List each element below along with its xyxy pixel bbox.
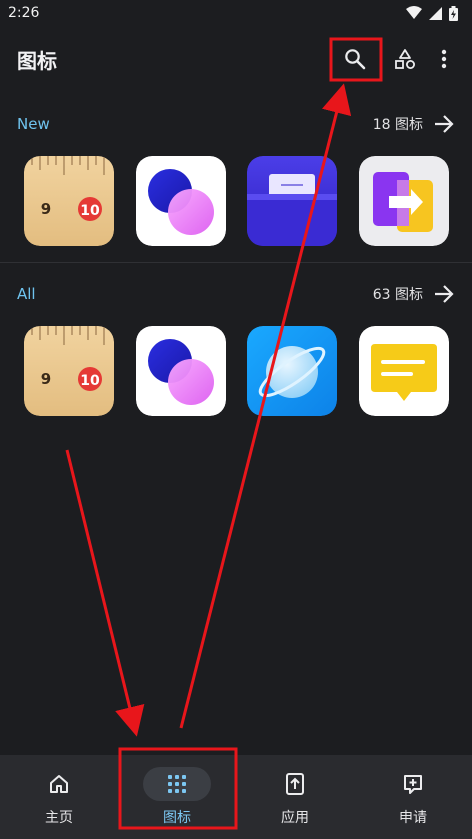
nav-label: 申请 <box>399 810 427 826</box>
icon-row-all: 9 10 <box>0 326 472 416</box>
transfer-icon[interactable] <box>358 156 449 246</box>
arrow-right-icon[interactable] <box>433 114 455 134</box>
status-icons <box>406 5 458 21</box>
section-count-wrap: 63 图标 <box>373 284 455 304</box>
nav-pill <box>379 767 447 801</box>
overlap-circles-icon[interactable] <box>135 326 226 416</box>
bottom-nav: 主页 图标 应用 申请 <box>0 755 472 839</box>
wifi-icon <box>406 6 422 19</box>
section-header-all[interactable]: All 63 图标 <box>0 274 472 314</box>
status-time: 2:26 <box>8 5 40 21</box>
upload-icon <box>286 773 304 795</box>
signal-icon <box>429 6 442 20</box>
ruler-icon[interactable]: 9 10 <box>24 326 114 416</box>
nav-item-home[interactable]: 主页 <box>0 755 118 839</box>
nav-item-apply[interactable]: 应用 <box>236 755 354 839</box>
page-title: 图标 <box>17 48 57 73</box>
ruler-icon[interactable]: 9 10 <box>24 156 114 246</box>
grid-icon <box>168 775 186 793</box>
ruler-label-10: 10 <box>80 373 100 389</box>
nav-pill <box>143 767 211 801</box>
app-actions <box>330 37 458 81</box>
add-comment-icon <box>404 775 422 794</box>
nav-pill <box>261 767 329 801</box>
section-divider <box>0 262 472 263</box>
message-note-icon[interactable] <box>358 326 449 416</box>
status-bar: 2:26 <box>0 0 472 26</box>
search-button[interactable] <box>330 37 380 81</box>
arrow-to-nav <box>65 449 145 737</box>
section-all: All 63 图标 9 10 <box>0 274 472 416</box>
icon-row-new: 9 10 <box>0 156 472 246</box>
nav-pill <box>25 767 93 801</box>
more-options-button[interactable] <box>430 37 458 81</box>
section-header-new[interactable]: New 18 图标 <box>0 104 472 144</box>
shapes-icon <box>395 49 415 69</box>
home-icon <box>50 775 68 793</box>
battery-icon <box>449 5 458 21</box>
section-count: 63 图标 <box>372 287 423 303</box>
planet-icon[interactable] <box>247 326 338 416</box>
ruler-label-9: 9 <box>41 370 51 388</box>
wallet-card-icon[interactable] <box>247 156 338 246</box>
nav-item-icons[interactable]: 图标 <box>118 755 236 839</box>
nav-item-request[interactable]: 申请 <box>354 755 472 839</box>
shapes-button[interactable] <box>380 37 430 81</box>
section-new: New 18 图标 9 10 <box>0 104 472 246</box>
overlap-circles-icon[interactable] <box>135 156 226 246</box>
nav-label: 应用 <box>281 810 309 826</box>
section-count-wrap: 18 图标 <box>373 114 455 134</box>
app-bar: 图标 <box>0 26 472 92</box>
ruler-label-10: 10 <box>80 203 100 219</box>
section-title: New <box>17 115 50 133</box>
search-icon <box>345 49 366 70</box>
nav-label: 主页 <box>45 810 73 826</box>
ruler-label-9: 9 <box>41 200 51 218</box>
arrow-right-icon[interactable] <box>433 284 455 304</box>
nav-label: 图标 <box>163 810 191 826</box>
more-vert-icon <box>441 49 447 69</box>
section-title: All <box>17 285 36 303</box>
section-count: 18 图标 <box>372 117 423 133</box>
